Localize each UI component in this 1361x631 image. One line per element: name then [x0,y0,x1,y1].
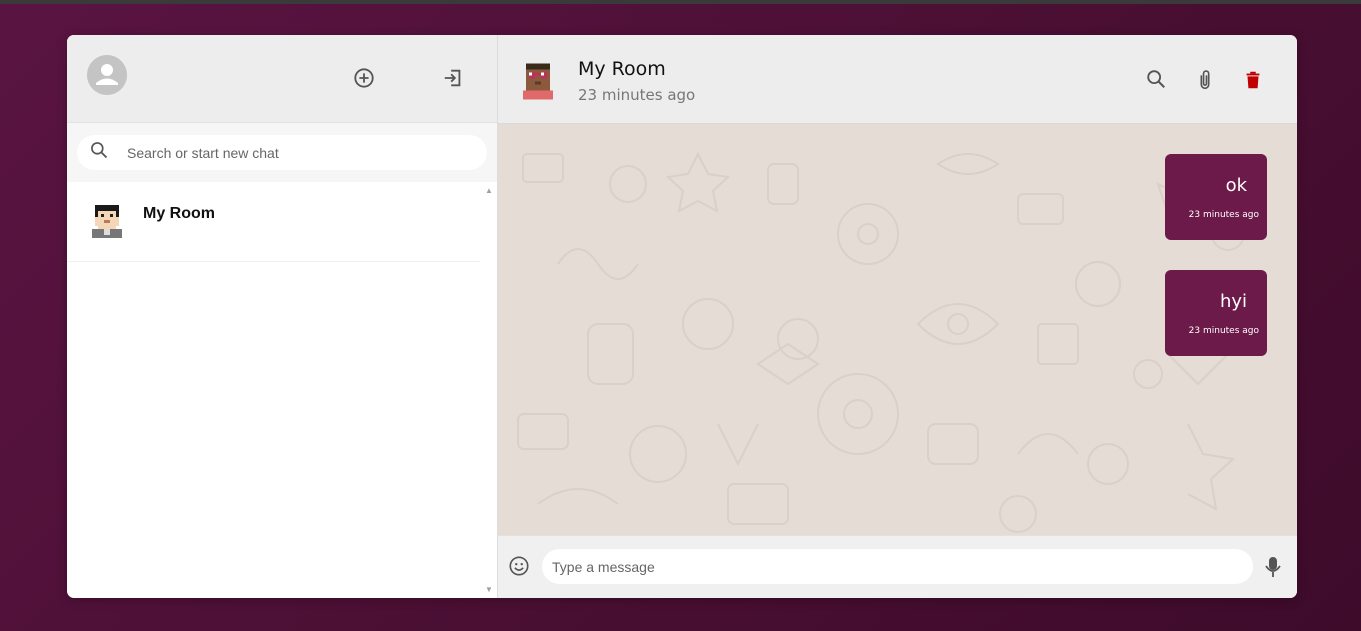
chat-panel: My Room 23 minutes ago ok 23 minutes ago… [498,35,1297,598]
chat-header: My Room 23 minutes ago [498,35,1297,124]
chat-item-name: My Room [143,205,215,222]
attach-icon[interactable] [1194,68,1218,92]
logout-icon[interactable] [441,66,465,90]
message-text: ok [1225,175,1247,196]
chat-last-seen: 23 minutes ago [578,86,696,104]
message-composer [498,535,1297,598]
sidebar-header [67,35,497,123]
window-top-border [0,0,1361,4]
search-bar [67,123,497,182]
scroll-down-icon[interactable]: ▼ [485,585,493,594]
search-box [77,135,487,170]
message-time: 23 minutes ago [1188,210,1259,220]
list-item[interactable]: My Room [67,182,481,262]
room-avatar-icon[interactable] [520,60,556,100]
user-avatar-icon[interactable] [87,55,127,95]
delete-icon[interactable] [1242,68,1266,92]
add-chat-icon[interactable] [352,66,376,90]
chat-app-window: My Room ▲ ▼ [67,35,1297,598]
mic-icon[interactable] [1263,555,1285,579]
message-bubble[interactable]: ok 23 minutes ago [1165,154,1267,240]
message-bubble[interactable]: hyi 23 minutes ago [1165,270,1267,356]
message-time: 23 minutes ago [1188,326,1259,336]
scroll-up-icon[interactable]: ▲ [485,186,493,195]
message-area: ok 23 minutes ago hyi 23 minutes ago [498,124,1297,535]
emoji-icon[interactable] [508,555,532,579]
chat-list: My Room ▲ ▼ [67,182,497,598]
search-icon[interactable] [1145,68,1169,92]
message-text: hyi [1219,291,1247,312]
search-icon [89,140,109,165]
message-input[interactable] [542,549,1253,584]
search-input[interactable] [127,144,475,161]
room-avatar-icon [89,202,125,238]
chat-title: My Room [578,58,666,80]
chat-list-scrollbar[interactable]: ▲ ▼ [480,182,497,598]
sidebar: My Room ▲ ▼ [67,35,498,598]
